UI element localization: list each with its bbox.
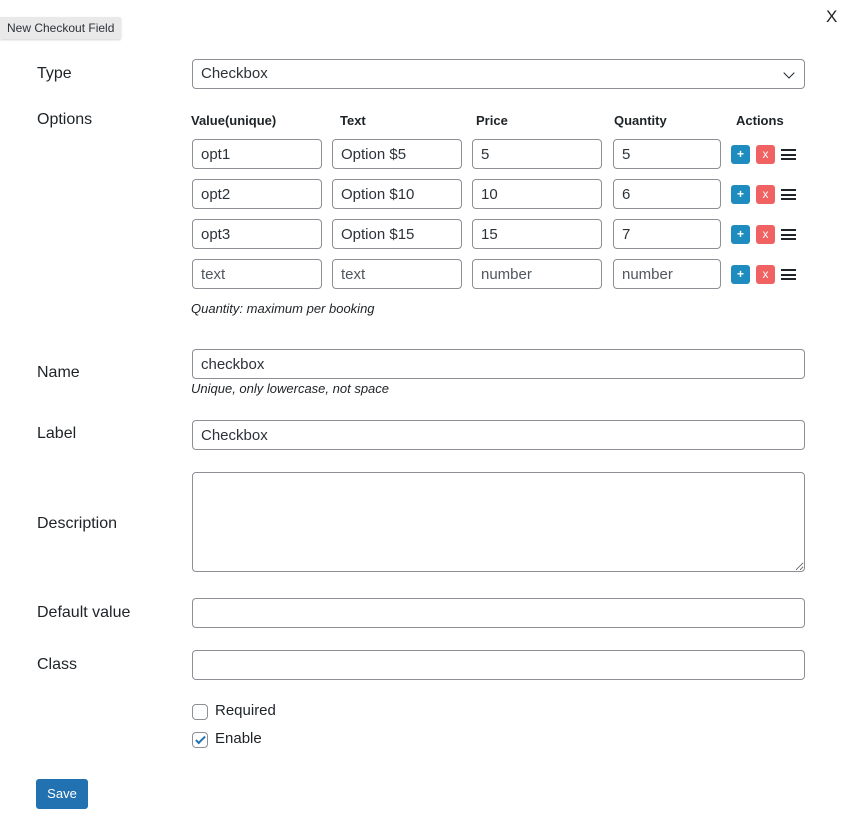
delete-option-button[interactable]: x: [756, 265, 775, 284]
col-header-text: Text: [340, 113, 366, 128]
add-option-button[interactable]: +: [731, 265, 750, 284]
option-text-input[interactable]: [332, 179, 462, 209]
name-label: Name: [37, 364, 80, 381]
name-help-text: Unique, only lowercase, not space: [191, 381, 390, 396]
class-label: Class: [37, 656, 78, 673]
description-textarea[interactable]: [192, 472, 805, 572]
option-quantity-input[interactable]: [613, 259, 721, 289]
option-price-input[interactable]: [472, 179, 602, 209]
class-input[interactable]: [192, 650, 805, 680]
hamburger-drag-icon[interactable]: [781, 149, 796, 160]
name-input[interactable]: [192, 349, 805, 379]
checkmark-icon: [194, 733, 206, 745]
option-value-input[interactable]: [192, 139, 322, 169]
enable-checkbox[interactable]: [192, 732, 208, 748]
option-text-input[interactable]: [332, 219, 462, 249]
col-header-actions: Actions: [736, 113, 784, 128]
required-label: Required: [215, 702, 276, 719]
add-option-button[interactable]: +: [731, 185, 750, 204]
close-button[interactable]: X: [826, 8, 837, 26]
required-checkbox[interactable]: [192, 704, 208, 720]
option-quantity-input[interactable]: [613, 219, 721, 249]
type-select[interactable]: Checkbox: [192, 59, 805, 89]
option-value-input[interactable]: [192, 219, 322, 249]
option-value-input[interactable]: [192, 259, 322, 289]
options-help-text: Quantity: maximum per booking: [191, 301, 375, 316]
chevron-down-icon: [783, 67, 795, 79]
type-select-value: Checkbox: [201, 65, 268, 82]
option-price-input[interactable]: [472, 139, 602, 169]
save-button[interactable]: Save: [36, 779, 88, 809]
default-value-label: Default value: [37, 604, 131, 621]
option-price-input[interactable]: [472, 259, 602, 289]
tooltip-new-checkout-field: New Checkout Field: [0, 17, 122, 39]
col-header-quantity: Quantity: [614, 113, 667, 128]
option-price-input[interactable]: [472, 219, 602, 249]
delete-option-button[interactable]: x: [756, 145, 775, 164]
col-header-value: Value(unique): [191, 113, 277, 128]
enable-label: Enable: [215, 730, 262, 747]
option-text-input[interactable]: [332, 139, 462, 169]
delete-option-button[interactable]: x: [756, 225, 775, 244]
add-option-button[interactable]: +: [731, 225, 750, 244]
default-value-input[interactable]: [192, 598, 805, 628]
label-input[interactable]: [192, 420, 805, 450]
option-quantity-input[interactable]: [613, 139, 721, 169]
col-header-price: Price: [476, 113, 508, 128]
hamburger-drag-icon[interactable]: [781, 189, 796, 200]
hamburger-drag-icon[interactable]: [781, 229, 796, 240]
option-text-input[interactable]: [332, 259, 462, 289]
type-label: Type: [37, 65, 72, 82]
description-label: Description: [37, 515, 118, 532]
options-label: Options: [37, 111, 93, 128]
label-label: Label: [37, 425, 77, 442]
option-value-input[interactable]: [192, 179, 322, 209]
option-quantity-input[interactable]: [613, 179, 721, 209]
hamburger-drag-icon[interactable]: [781, 269, 796, 280]
delete-option-button[interactable]: x: [756, 185, 775, 204]
add-option-button[interactable]: +: [731, 145, 750, 164]
